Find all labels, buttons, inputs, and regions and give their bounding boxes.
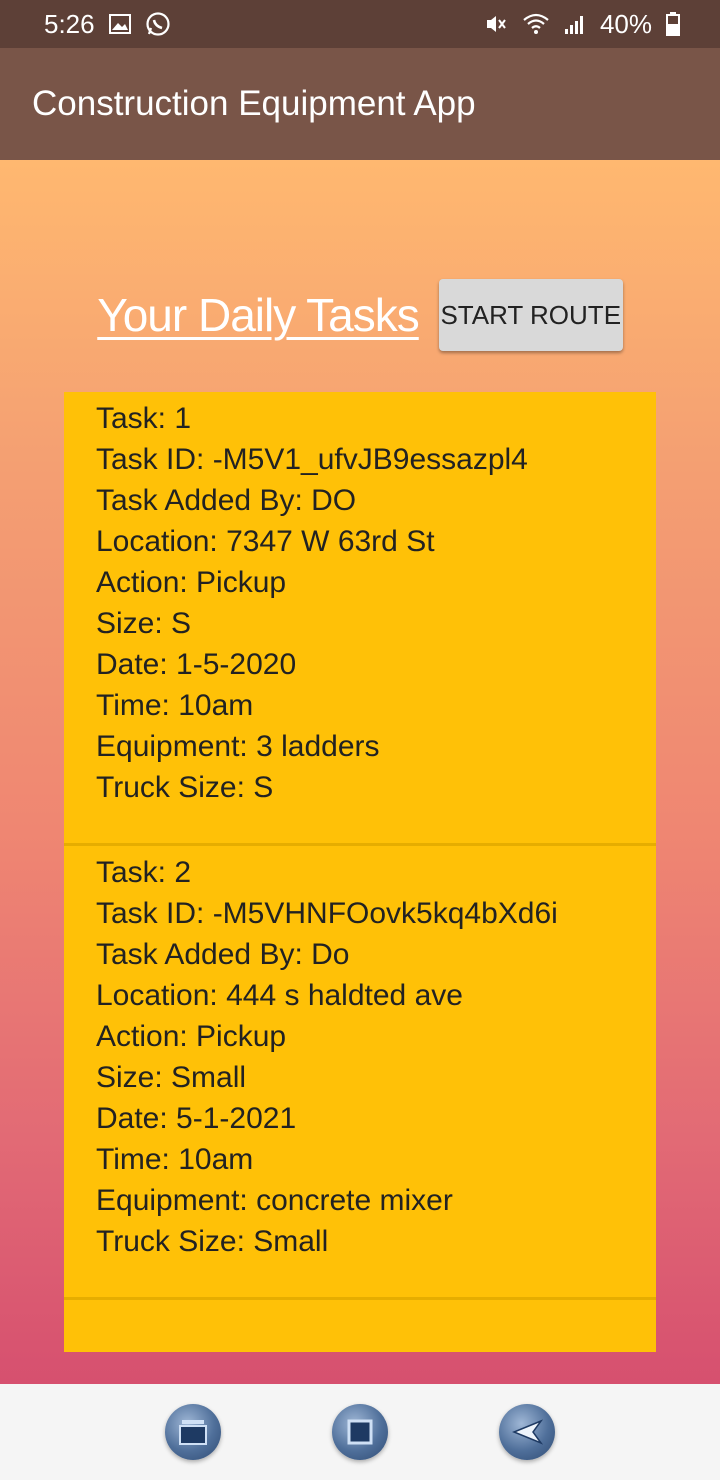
task-list[interactable]: Task: 1 Task ID: -M5V1_ufvJB9essazpl4 Ta… — [64, 392, 656, 1352]
whatsapp-icon — [145, 11, 171, 37]
task-location: Location: 7347 W 63rd St — [96, 525, 435, 558]
task-date: Date: 5-1-2021 — [96, 1102, 297, 1135]
task-equipment: Equipment: concrete mixer — [96, 1184, 453, 1217]
task-added-by: Task Added By: Do — [96, 938, 350, 971]
task-number: Task: 2 — [96, 856, 192, 889]
task-truck-size: Truck Size: Small — [96, 1225, 329, 1258]
task-date: Date: 1-5-2020 — [96, 648, 297, 681]
task-item[interactable]: Task: 2 Task ID: -M5VHNFOovk5kq4bXd6i Ta… — [64, 846, 656, 1300]
app-title: Construction Equipment App — [32, 84, 476, 123]
task-truck-size: Truck Size: S — [96, 771, 274, 804]
task-id: Task ID: -M5V1_ufvJB9essazpl4 — [96, 443, 528, 476]
status-left: 5:26 — [44, 9, 171, 40]
main-content: Your Daily Tasks START ROUTE Task: 1 Tas… — [0, 160, 720, 1384]
back-button[interactable] — [498, 1404, 555, 1460]
task-added-by: Task Added By: DO — [96, 484, 357, 517]
battery-icon — [666, 12, 680, 36]
battery-percentage: 40% — [599, 8, 652, 39]
mute-icon — [484, 12, 508, 36]
header-row: Your Daily Tasks START ROUTE — [0, 278, 720, 352]
wifi-icon — [522, 13, 550, 35]
navigation-bar — [0, 1384, 720, 1480]
task-equipment: Equipment: 3 ladders — [96, 730, 380, 763]
task-size: Size: Small — [96, 1061, 247, 1094]
home-button[interactable] — [331, 1404, 388, 1460]
page-title: Your Daily Tasks — [97, 289, 419, 341]
image-icon — [108, 14, 131, 34]
status-time: 5:26 — [44, 8, 95, 39]
task-action: Action: Pickup — [96, 566, 287, 599]
signal-icon — [564, 13, 586, 35]
task-location: Location: 444 s haldted ave — [96, 979, 463, 1012]
recent-apps-button[interactable] — [165, 1404, 222, 1460]
app-bar: Construction Equipment App — [0, 48, 720, 160]
home-icon — [346, 1418, 374, 1446]
task-number: Task: 1 — [96, 402, 192, 435]
task-size: Size: S — [96, 607, 192, 640]
task-id: Task ID: -M5VHNFOovk5kq4bXd6i — [96, 897, 558, 930]
recent-apps-icon — [178, 1418, 208, 1446]
task-time: Time: 10am — [96, 689, 254, 722]
status-right: 40% — [484, 9, 680, 40]
status-bar: 5:26 40% — [0, 0, 720, 48]
task-time: Time: 10am — [96, 1143, 254, 1176]
task-item[interactable]: Task: 1 Task ID: -M5V1_ufvJB9essazpl4 Ta… — [64, 392, 656, 846]
start-route-button[interactable]: START ROUTE — [438, 279, 623, 351]
task-action: Action: Pickup — [96, 1020, 287, 1053]
back-icon — [511, 1419, 543, 1445]
